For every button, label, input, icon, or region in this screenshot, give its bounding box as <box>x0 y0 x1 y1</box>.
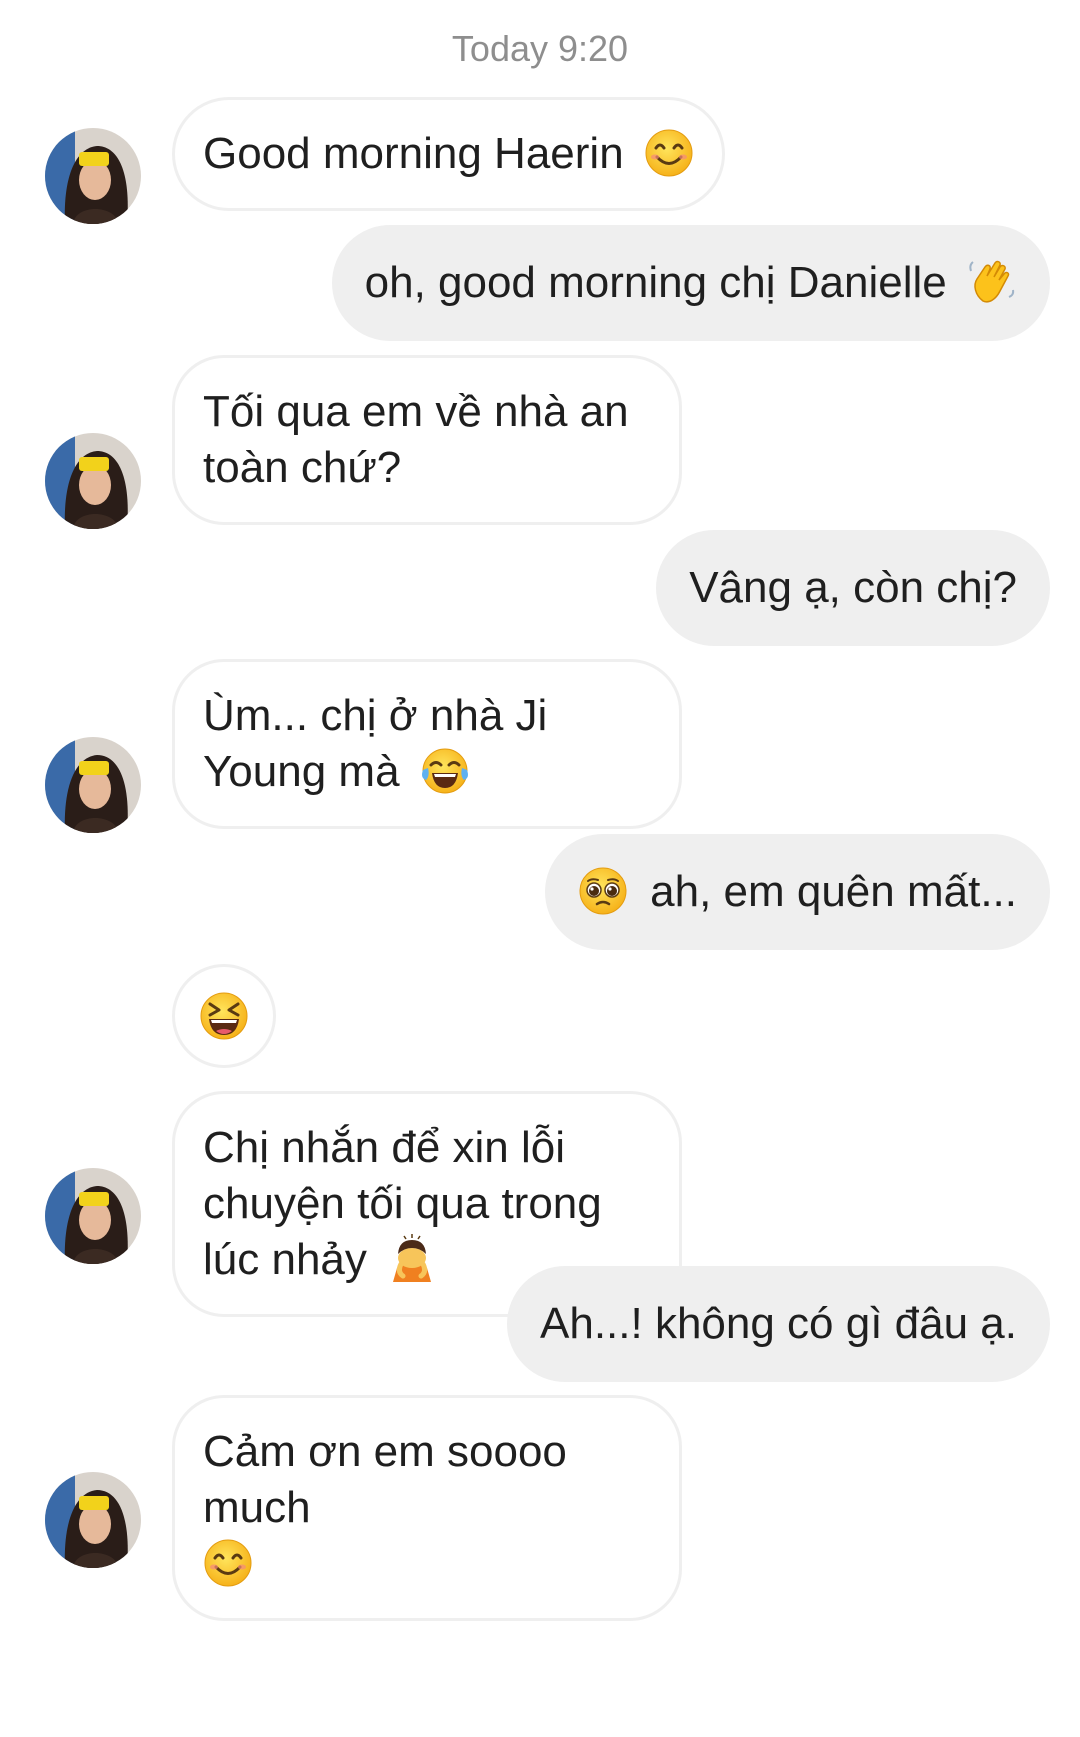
person-bowing-icon <box>393 1234 432 1282</box>
avatar[interactable] <box>45 737 141 833</box>
message-bubble-incoming[interactable]: Cảm ơn em soooo much <box>172 1395 682 1621</box>
smiling-face-icon <box>645 129 693 177</box>
avatar[interactable] <box>45 128 141 224</box>
avatar[interactable] <box>45 433 141 529</box>
message-bubble-incoming[interactable]: Ùm... chị ở nhà Ji Young mà <box>172 659 682 829</box>
pleading-face-icon <box>579 867 627 915</box>
message-text: Ah...! không có gì đâu ạ. <box>540 1299 1017 1348</box>
tears-of-joy-icon <box>421 748 468 794</box>
message-bubble-outgoing[interactable]: Vâng ạ, còn chị? <box>656 530 1050 646</box>
avatar[interactable] <box>45 1168 141 1264</box>
avatar[interactable] <box>45 1472 141 1568</box>
message-text: Vâng ạ, còn chị? <box>689 563 1017 612</box>
smiling-face-icon <box>204 1539 252 1587</box>
message-bubble-outgoing[interactable]: Ah...! không có gì đâu ạ. <box>507 1266 1050 1382</box>
message-bubble-outgoing[interactable]: ah, em quên mất... <box>544 834 1050 950</box>
waving-hand-icon <box>969 260 1015 303</box>
message-text: Ùm... chị ở nhà Ji Young mà <box>203 691 548 796</box>
chat-timestamp: Today 9:20 <box>451 28 629 69</box>
message-bubble-incoming[interactable]: Tối qua em về nhà an toàn chứ? <box>172 355 682 525</box>
message-text: ah, em quên mất... <box>650 867 1017 916</box>
message-bubble-incoming-emoji[interactable] <box>172 964 276 1068</box>
message-bubble-incoming[interactable]: Good morning Haerin <box>172 97 725 211</box>
squinting-laughing-face-icon <box>200 992 248 1040</box>
message-text: oh, good morning chị Danielle <box>364 258 947 307</box>
message-text: Tối qua em về nhà an toàn chứ? <box>203 387 629 492</box>
message-text: Cảm ơn em soooo much <box>203 1427 567 1532</box>
message-text: Good morning Haerin <box>203 129 624 178</box>
message-bubble-outgoing[interactable]: oh, good morning chị Danielle <box>331 225 1050 341</box>
